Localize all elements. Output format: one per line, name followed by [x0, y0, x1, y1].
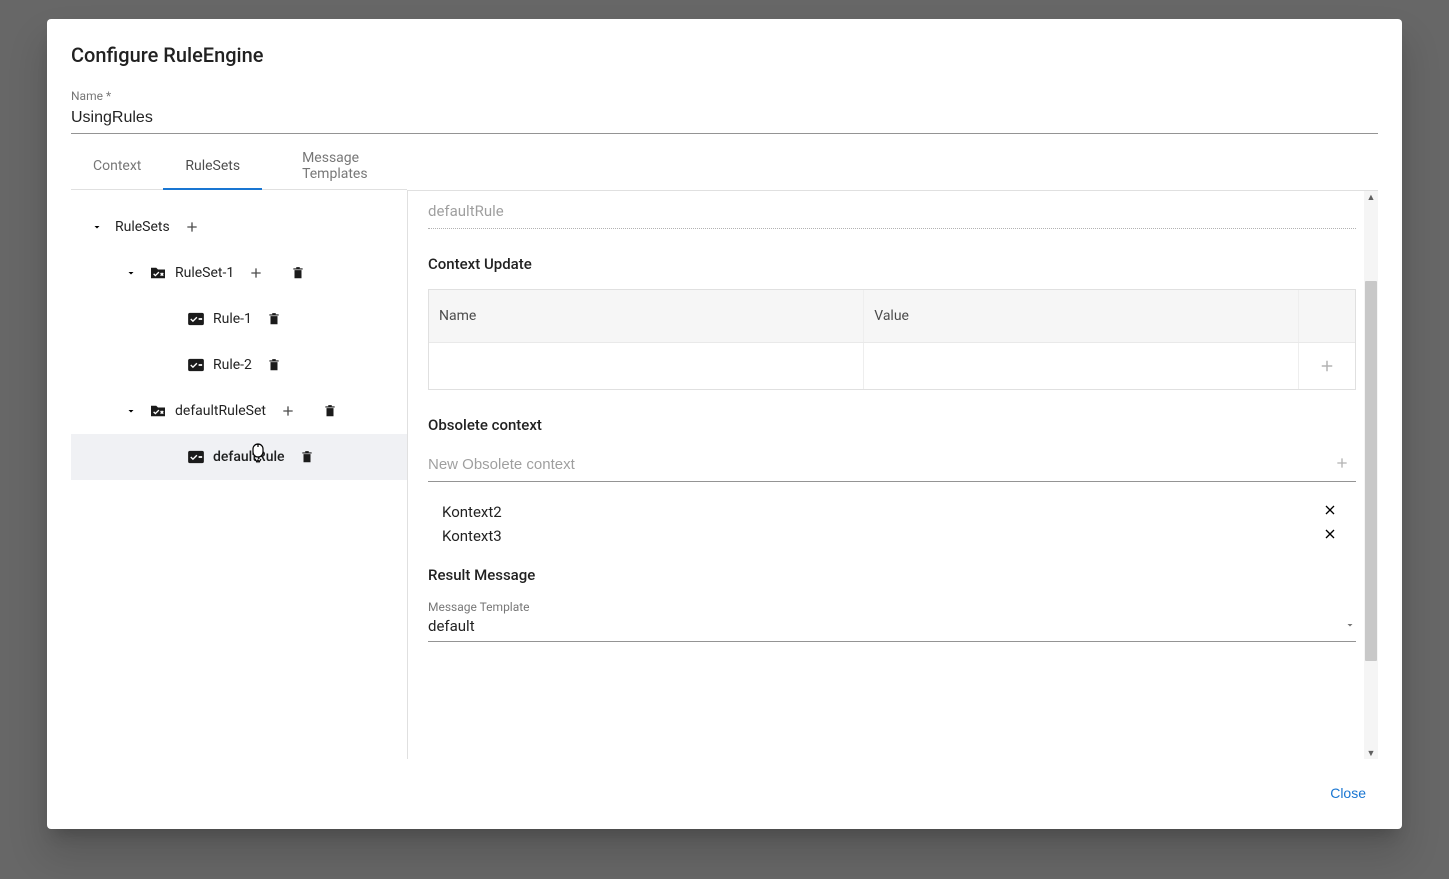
- obsolete-item-label: Kontext2: [442, 503, 1318, 521]
- rule-icon: [187, 357, 205, 373]
- obsolete-item: Kontext2: [428, 500, 1356, 524]
- tree-rule-2-label: Rule-2: [213, 357, 252, 373]
- ruleset-icon: [149, 265, 167, 281]
- tree-default-ruleset-label: defaultRuleSet: [175, 403, 266, 419]
- tree-root[interactable]: RuleSets: [71, 204, 407, 250]
- tree-rule-1-label: Rule-1: [213, 311, 252, 327]
- tabs: Context RuleSets Message Templates: [71, 142, 407, 190]
- scrollbar-thumb[interactable]: [1365, 281, 1377, 661]
- tab-rulesets[interactable]: RuleSets: [163, 142, 262, 189]
- table-cell-value[interactable]: [864, 343, 1299, 389]
- message-template-label: Message Template: [428, 600, 1378, 614]
- context-update-title: Context Update: [428, 255, 1378, 273]
- tree-rule-2[interactable]: Rule-2: [71, 342, 407, 388]
- delete-icon[interactable]: [320, 401, 340, 421]
- add-rule-icon[interactable]: [246, 263, 266, 283]
- tree-root-label: RuleSets: [115, 219, 170, 235]
- delete-icon[interactable]: [264, 309, 284, 329]
- table-cell-name[interactable]: [429, 343, 864, 389]
- chevron-down-icon[interactable]: [87, 221, 107, 233]
- name-input[interactable]: [71, 105, 1378, 134]
- chevron-down-icon: [1344, 616, 1356, 635]
- chevron-down-icon[interactable]: [121, 267, 141, 279]
- scroll-up-icon[interactable]: ▲: [1364, 191, 1378, 203]
- delete-icon[interactable]: [264, 355, 284, 375]
- add-obsolete-button[interactable]: [1328, 452, 1356, 477]
- scroll-down-icon[interactable]: ▼: [1364, 747, 1378, 759]
- tab-message-templates[interactable]: Message Templates: [280, 142, 407, 189]
- modal-title: Configure RuleEngine: [71, 43, 1378, 67]
- plus-icon: [1334, 455, 1350, 471]
- table-header-spacer: [1299, 290, 1355, 342]
- rule-icon: [187, 449, 205, 465]
- tab-context[interactable]: Context: [71, 142, 163, 189]
- obsolete-context-list: Kontext2 Kontext3: [428, 500, 1356, 548]
- delete-icon[interactable]: [288, 263, 308, 283]
- table-header-name: Name: [429, 290, 864, 342]
- tree-default-rule[interactable]: defaultRule: [71, 434, 407, 480]
- table-header-value: Value: [864, 290, 1299, 342]
- close-button[interactable]: Close: [1320, 777, 1376, 809]
- delete-icon[interactable]: [297, 447, 317, 467]
- obsolete-context-title: Obsolete context: [428, 416, 1378, 434]
- remove-obsolete-button[interactable]: [1318, 526, 1342, 546]
- message-template-value: default: [428, 617, 1344, 635]
- ruleset-tree: RuleSets RuleSet-1: [71, 190, 407, 480]
- rule-icon: [187, 311, 205, 327]
- obsolete-context-input[interactable]: [428, 450, 1328, 479]
- name-label: Name *: [71, 89, 1378, 103]
- close-icon: [1322, 502, 1338, 518]
- remove-obsolete-button[interactable]: [1318, 502, 1342, 522]
- context-update-table: Name Value: [428, 289, 1356, 390]
- obsolete-item: Kontext3: [428, 524, 1356, 548]
- obsolete-item-label: Kontext3: [442, 527, 1318, 545]
- tree-rule-1[interactable]: Rule-1: [71, 296, 407, 342]
- message-template-select[interactable]: default: [428, 616, 1356, 642]
- ruleset-icon: [149, 403, 167, 419]
- close-icon: [1322, 526, 1338, 542]
- modal-overlay: Configure RuleEngine Name * Context Rule…: [0, 0, 1449, 879]
- add-context-row-button[interactable]: [1299, 343, 1355, 389]
- configure-ruleengine-modal: Configure RuleEngine Name * Context Rule…: [47, 19, 1402, 829]
- chevron-down-icon[interactable]: [121, 405, 141, 417]
- tree-ruleset-1-label: RuleSet-1: [175, 265, 234, 281]
- scrollbar[interactable]: ▲ ▼: [1364, 191, 1378, 759]
- tree-default-ruleset[interactable]: defaultRuleSet: [71, 388, 407, 434]
- add-rule-icon[interactable]: [278, 401, 298, 421]
- breadcrumb: defaultRule: [428, 202, 504, 220]
- tree-default-rule-label: defaultRule: [213, 449, 285, 465]
- add-ruleset-icon[interactable]: [182, 217, 202, 237]
- tree-ruleset-1[interactable]: RuleSet-1: [71, 250, 407, 296]
- plus-icon: [1318, 357, 1336, 375]
- rule-detail-panel: defaultRule Context Update Name Value: [407, 190, 1378, 759]
- result-message-title: Result Message: [428, 566, 1378, 584]
